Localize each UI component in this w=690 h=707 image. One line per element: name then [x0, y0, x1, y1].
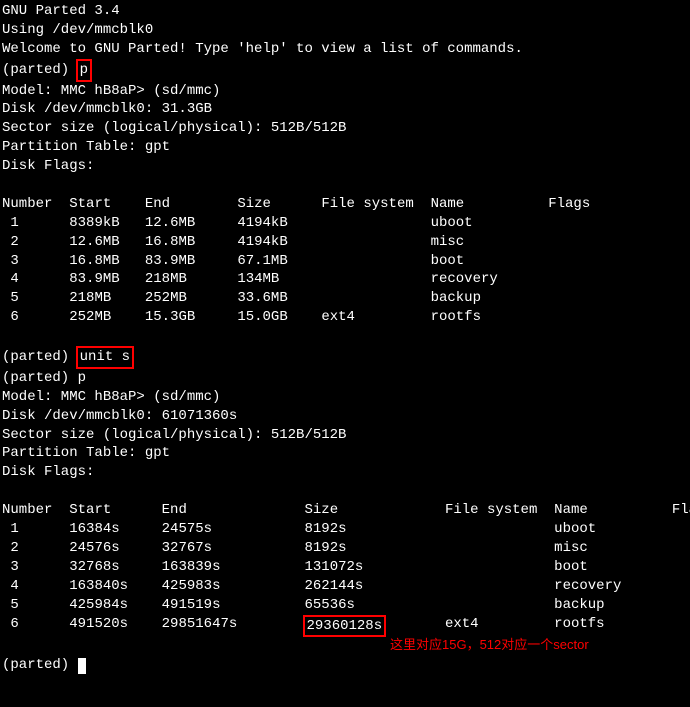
table-header-row: Number Start End Size File system Name F…	[2, 195, 590, 214]
table-row: 5218MB252MB33.6MBbackup	[2, 289, 590, 308]
prompt-line-1[interactable]: (parted) p	[2, 59, 688, 82]
partition-table-line-2: Partition Table: gpt	[2, 444, 688, 463]
model-line-2: Model: MMC hB8aP> (sd/mmc)	[2, 388, 688, 407]
app-title: GNU Parted 3.4	[2, 2, 688, 21]
sector-size-line: Sector size (logical/physical): 512B/512…	[2, 119, 688, 138]
prompt-final[interactable]: (parted)	[2, 656, 688, 675]
col-fs: File system	[321, 195, 413, 214]
col-end: End	[162, 501, 238, 520]
col-fs: File system	[445, 501, 537, 520]
annotation-note: 这里对应15G，512对应一个sector	[390, 636, 589, 654]
highlight-size-29360128s: 29360128s	[303, 615, 387, 638]
prompt-line-3[interactable]: (parted) p	[2, 369, 688, 388]
table-row: 316.8MB83.9MB67.1MBboot	[2, 252, 590, 271]
col-number: Number	[2, 501, 52, 520]
col-name: Name	[431, 195, 498, 214]
highlight-cmd-p: p	[76, 59, 92, 82]
welcome-message: Welcome to GNU Parted! Type 'help' to vi…	[2, 40, 688, 59]
col-flags: Flags	[672, 501, 690, 520]
blank-line	[2, 482, 688, 501]
table-row: 5425984s491519s65536sbackup	[2, 596, 690, 615]
table-row: 116384s24575s8192suboot	[2, 520, 690, 539]
disk-flags-line-2: Disk Flags:	[2, 463, 688, 482]
disk-line-2: Disk /dev/mmcblk0: 61071360s	[2, 407, 688, 426]
col-end: End	[145, 195, 195, 214]
table-row: 212.6MB16.8MB4194kBmisc	[2, 233, 590, 252]
table-row: 4163840s425983s262144srecovery	[2, 577, 690, 596]
parted-prompt: (parted)	[2, 348, 78, 367]
cmd-p: p	[80, 62, 88, 78]
partition-table-2: Number Start End Size File system Name F…	[2, 501, 690, 637]
col-name: Name	[554, 501, 621, 520]
parted-prompt: (parted)	[2, 656, 78, 675]
table-row: 18389kB12.6MB4194kBuboot	[2, 214, 590, 233]
cmd-p-2: p	[78, 369, 86, 388]
partition-table-line: Partition Table: gpt	[2, 138, 688, 157]
table-header-row: Number Start End Size File system Name F…	[2, 501, 690, 520]
col-size: Size	[305, 501, 387, 520]
col-number: Number	[2, 195, 52, 214]
disk-flags-line: Disk Flags:	[2, 157, 688, 176]
col-start: Start	[69, 195, 119, 214]
prompt-line-2[interactable]: (parted) unit s	[2, 346, 688, 369]
using-device: Using /dev/mmcblk0	[2, 21, 688, 40]
sector-size-line-2: Sector size (logical/physical): 512B/512…	[2, 426, 688, 445]
table-row: 332768s163839s131072sboot	[2, 558, 690, 577]
col-start: Start	[69, 501, 128, 520]
table-row: 483.9MB218MB134MBrecovery	[2, 270, 590, 289]
parted-prompt: (parted)	[2, 61, 78, 80]
blank-line	[2, 327, 688, 346]
col-size: Size	[237, 195, 287, 214]
parted-prompt: (parted)	[2, 369, 78, 388]
partition-table-1: Number Start End Size File system Name F…	[2, 195, 590, 327]
terminal-cursor-icon	[78, 658, 86, 674]
table-row: 6491520s29851647s29360128sext4rootfs	[2, 615, 690, 638]
table-row: 224576s32767s8192smisc	[2, 539, 690, 558]
cmd-unit-s: unit s	[80, 349, 130, 365]
col-flags: Flags	[548, 195, 590, 214]
disk-line: Disk /dev/mmcblk0: 31.3GB	[2, 100, 688, 119]
highlight-cmd-unit-s: unit s	[76, 346, 134, 369]
model-line: Model: MMC hB8aP> (sd/mmc)	[2, 82, 688, 101]
table-row: 6252MB15.3GB15.0GBext4rootfs	[2, 308, 590, 327]
blank-line	[2, 176, 688, 195]
